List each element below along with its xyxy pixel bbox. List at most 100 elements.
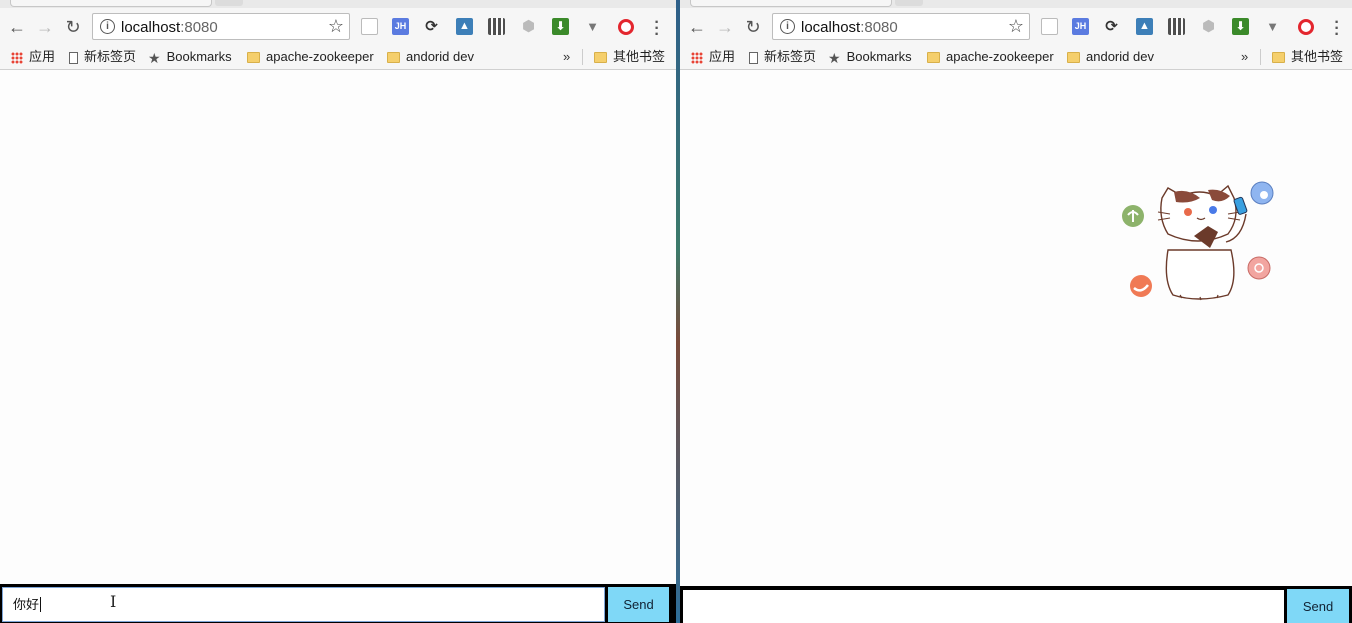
bookmark-label: 其他书签: [613, 49, 666, 64]
apps-icon: [11, 51, 23, 64]
folder-icon: [594, 52, 607, 64]
menu-dots-icon[interactable]: · · ·: [654, 15, 660, 43]
back-icon[interactable]: ←: [7, 17, 27, 37]
bookmarks-separator: [1260, 49, 1261, 65]
bookmark-new-tab[interactable]: 新标签页: [749, 48, 816, 66]
bookmark-bookmarks[interactable]: ★ Bookmarks: [148, 48, 232, 66]
jh-icon[interactable]: JH: [392, 18, 409, 35]
bookmark-star-icon[interactable]: ☆: [1008, 16, 1024, 37]
star-icon: ★: [828, 49, 841, 66]
new-tab-button[interactable]: [895, 0, 923, 6]
page-content: [680, 70, 1352, 585]
url-host: localhost: [801, 19, 861, 36]
page-content: [0, 70, 676, 585]
bookmark-label: 应用: [29, 49, 56, 64]
sync-icon[interactable]: ⟳: [423, 18, 440, 35]
bookmark-label: apache-zookeeper: [266, 49, 374, 64]
chat-bar: 你好 Send: [0, 584, 676, 623]
bookmark-folder-zookeeper[interactable]: apache-zookeeper: [927, 48, 1054, 66]
angular-icon[interactable]: ⬢: [520, 18, 537, 35]
tab-active[interactable]: [690, 0, 892, 7]
bookmark-label: 新标签页: [764, 49, 817, 64]
new-tab-button[interactable]: [215, 0, 243, 6]
page-icon: [69, 51, 78, 64]
info-icon[interactable]: i: [100, 19, 115, 34]
opera-icon[interactable]: [1298, 19, 1314, 35]
bookmarks-bar: 应用 新标签页 ★ Bookmarks apache-zookeeper ando…: [680, 45, 1352, 70]
text-cursor-icon: I: [110, 592, 117, 611]
bookmark-apps[interactable]: 应用: [11, 48, 55, 66]
bookmark-label: apache-zookeeper: [946, 49, 1054, 64]
reader-icon[interactable]: [361, 18, 378, 35]
send-button[interactable]: Send: [1287, 589, 1349, 623]
url-host: localhost: [121, 19, 181, 36]
browser-window-left: ← → ↻ i localhost:8080 ☆ JH ⟳ ▲ ⬢ ⬇ ▼ · ·…: [0, 0, 676, 623]
chat-input-value: 你好: [13, 597, 40, 612]
address-bar[interactable]: i localhost:8080 ☆: [92, 13, 350, 40]
url-port: :8080: [860, 19, 898, 36]
reader-icon[interactable]: [1041, 18, 1058, 35]
jh-icon[interactable]: JH: [1072, 18, 1089, 35]
bookmark-label: andorid dev: [406, 49, 474, 64]
download-icon[interactable]: ⬇: [1232, 18, 1249, 35]
star-icon: ★: [148, 49, 161, 66]
send-button[interactable]: Send: [608, 587, 669, 622]
url-text: localhost:8080: [801, 19, 898, 36]
bookmark-other[interactable]: 其他书签: [1272, 48, 1343, 66]
reload-icon[interactable]: ↻: [63, 17, 83, 37]
info-icon[interactable]: i: [780, 19, 795, 34]
page-icon: [749, 51, 758, 64]
vue-icon[interactable]: ▼: [1264, 18, 1281, 35]
folder-icon: [247, 52, 260, 64]
sync-icon[interactable]: ⟳: [1103, 18, 1120, 35]
bookmark-folder-zookeeper[interactable]: apache-zookeeper: [247, 48, 374, 66]
folder-icon: [1272, 52, 1285, 64]
bookmark-folder-android[interactable]: andorid dev: [387, 48, 474, 66]
bookmark-label: 新标签页: [84, 49, 137, 64]
bookmark-apps[interactable]: 应用: [691, 48, 735, 66]
cat-illustration: [1122, 181, 1274, 301]
apps-icon: [691, 51, 703, 64]
folder-icon: [387, 52, 400, 64]
toolbar: ← → ↻ i localhost:8080 ☆ JH ⟳ ▲ ⬢ ⬇ ▼ · ·…: [680, 8, 1352, 45]
angular-icon[interactable]: ⬢: [1200, 18, 1217, 35]
bookmark-folder-android[interactable]: andorid dev: [1067, 48, 1154, 66]
qr-icon[interactable]: [488, 18, 505, 35]
tab-active[interactable]: [10, 0, 212, 7]
url-text: localhost:8080: [121, 19, 218, 36]
vue-icon[interactable]: ▼: [584, 18, 601, 35]
reload-icon[interactable]: ↻: [743, 17, 763, 37]
folder-icon: [927, 52, 940, 64]
browser-window-right: ← → ↻ i localhost:8080 ☆ JH ⟳ ▲ ⬢ ⬇ ▼ · ·…: [680, 0, 1352, 623]
toolbar: ← → ↻ i localhost:8080 ☆ JH ⟳ ▲ ⬢ ⬇ ▼ · ·…: [0, 8, 676, 45]
forward-icon[interactable]: →: [715, 17, 735, 37]
back-icon[interactable]: ←: [687, 17, 707, 37]
bookmark-other[interactable]: 其他书签: [594, 48, 665, 66]
text-caret: [40, 597, 42, 612]
bubble-pink-icon: [1247, 256, 1271, 280]
forward-icon[interactable]: →: [35, 17, 55, 37]
stack-icon[interactable]: ▲: [1136, 18, 1153, 35]
tab-strip: [0, 0, 676, 8]
tab-strip: [680, 0, 1352, 8]
bookmark-label: 其他书签: [1291, 49, 1344, 64]
bookmarks-overflow-chevron[interactable]: »: [1241, 48, 1248, 66]
address-bar[interactable]: i localhost:8080 ☆: [772, 13, 1030, 40]
bookmarks-overflow-chevron[interactable]: »: [563, 48, 570, 66]
bookmarks-bar: 应用 新标签页 ★ Bookmarks apache-zookeeper ando…: [0, 45, 676, 70]
bookmark-star-icon[interactable]: ☆: [328, 16, 344, 37]
chat-input[interactable]: [682, 589, 1285, 623]
stack-icon[interactable]: ▲: [456, 18, 473, 35]
bookmark-bookmarks[interactable]: ★ Bookmarks: [828, 48, 912, 66]
url-port: :8080: [180, 19, 218, 36]
opera-icon[interactable]: [618, 19, 634, 35]
chat-input[interactable]: 你好: [2, 587, 605, 622]
download-icon[interactable]: ⬇: [552, 18, 569, 35]
bookmark-new-tab[interactable]: 新标签页: [69, 48, 136, 66]
menu-dots-icon[interactable]: · · ·: [1334, 15, 1340, 43]
bookmarks-separator: [582, 49, 583, 65]
bookmark-label: Bookmarks: [166, 49, 232, 64]
qr-icon[interactable]: [1168, 18, 1185, 35]
folder-icon: [1067, 52, 1080, 64]
bookmark-label: Bookmarks: [846, 49, 912, 64]
